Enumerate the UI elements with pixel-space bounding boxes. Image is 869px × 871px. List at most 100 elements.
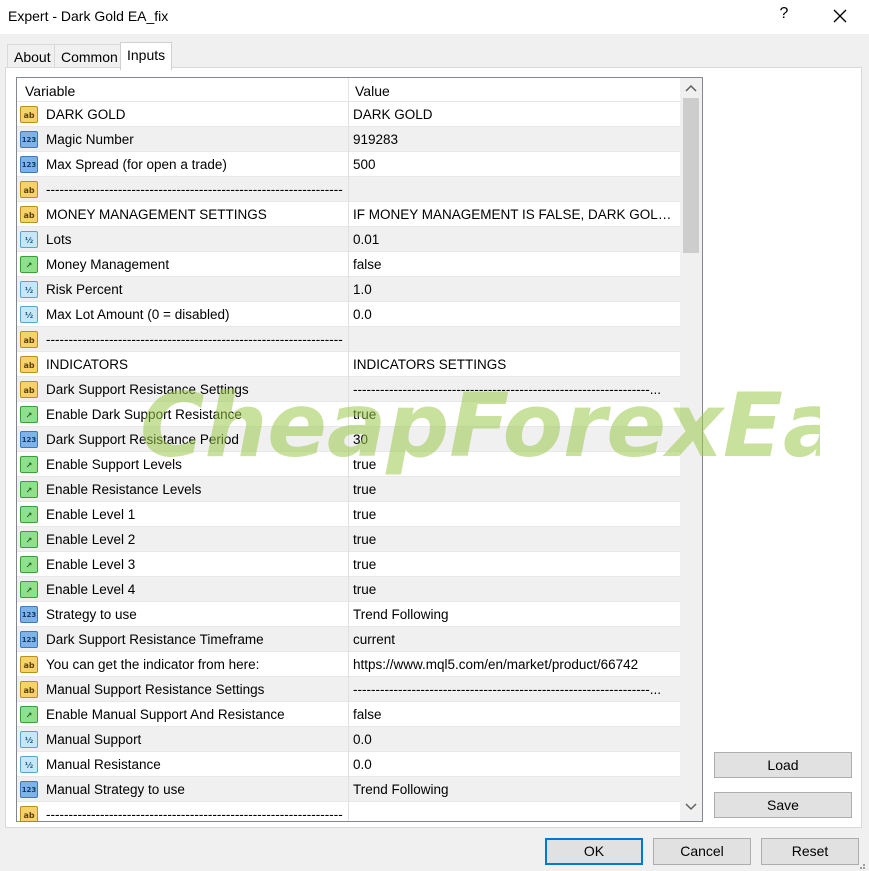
double-type-icon: ½	[20, 756, 38, 773]
table-row[interactable]: ab INDICATORS INDICATORS SETTINGS	[17, 352, 680, 377]
table-row[interactable]: ↗ Enable Level 3 true	[17, 552, 680, 577]
integer-type-icon: 123	[20, 606, 38, 623]
table-row[interactable]: 123 Dark Support Resistance Period 30	[17, 427, 680, 452]
row-value[interactable]: 0.0	[353, 732, 675, 747]
table-row[interactable]: 123 Dark Support Resistance Timeframe curr…	[17, 627, 680, 652]
row-variable: Max Spread (for open a trade)	[46, 157, 227, 172]
window-title: Expert - Dark Gold EA_fix	[8, 8, 169, 24]
row-value[interactable]: 1.0	[353, 282, 675, 297]
string-type-icon: ab	[20, 806, 38, 821]
integer-type-icon: 123	[20, 431, 38, 448]
cell-divider	[348, 702, 349, 727]
table-row[interactable]: ab MONEY MANAGEMENT SETTINGS IF MONEY MANA…	[17, 202, 680, 227]
string-type-icon: ab	[20, 206, 38, 223]
resize-grip-icon[interactable]	[856, 860, 866, 870]
row-value[interactable]: true	[353, 407, 675, 422]
table-row[interactable]: ↗ Enable Level 1 true	[17, 502, 680, 527]
row-variable: MONEY MANAGEMENT SETTINGS	[46, 207, 267, 222]
string-type-icon: ab	[20, 331, 38, 348]
row-value[interactable]: true	[353, 507, 675, 522]
tab-common[interactable]: Common	[54, 44, 125, 68]
row-value[interactable]: 500	[353, 157, 675, 172]
table-row[interactable]: ab You can get the indicator from here: ht…	[17, 652, 680, 677]
bool-type-icon: ↗	[20, 456, 38, 473]
row-value[interactable]: ----------------------------------------…	[353, 682, 675, 697]
table-row[interactable]: ½ Manual Support 0.0	[17, 727, 680, 752]
row-value[interactable]: true	[353, 582, 675, 597]
row-value[interactable]: false	[353, 707, 675, 722]
table-row[interactable]: ↗ Enable Resistance Levels true	[17, 477, 680, 502]
load-button[interactable]: Load	[714, 752, 852, 778]
row-value[interactable]: true	[353, 482, 675, 497]
row-variable: INDICATORS	[46, 357, 129, 372]
reset-button[interactable]: Reset	[761, 838, 859, 865]
vertical-scrollbar[interactable]	[680, 78, 702, 821]
table-row[interactable]: ab --------------------------------------…	[17, 327, 680, 352]
table-row[interactable]: 123 Strategy to use Trend Following	[17, 602, 680, 627]
row-value[interactable]: false	[353, 257, 675, 272]
table-row[interactable]: 123 Manual Strategy to use Trend Following	[17, 777, 680, 802]
row-value[interactable]: true	[353, 557, 675, 572]
bool-type-icon: ↗	[20, 506, 38, 523]
table-row[interactable]: ½ Manual Resistance 0.0	[17, 752, 680, 777]
string-type-icon: ab	[20, 356, 38, 373]
row-value[interactable]: 0.0	[353, 307, 675, 322]
table-row[interactable]: ↗ Enable Level 4 true	[17, 577, 680, 602]
cancel-button[interactable]: Cancel	[653, 838, 751, 865]
table-row[interactable]: ↗ Enable Dark Support Resistance true	[17, 402, 680, 427]
row-value[interactable]: 0.0	[353, 757, 675, 772]
row-value[interactable]: ----------------------------------------…	[353, 382, 675, 397]
row-value[interactable]: https://www.mql5.com/en/market/product/6…	[353, 657, 675, 672]
table-row[interactable]: ab DARK GOLD DARK GOLD	[17, 102, 680, 127]
table-row[interactable]: ab --------------------------------------…	[17, 177, 680, 202]
row-value[interactable]: DARK GOLD	[353, 107, 675, 122]
cell-divider	[348, 727, 349, 752]
table-row[interactable]: ↗ Enable Manual Support And Resistance fal…	[17, 702, 680, 727]
cell-divider	[348, 527, 349, 552]
table-row[interactable]: ab Dark Support Resistance Settings ------…	[17, 377, 680, 402]
row-value[interactable]: 30	[353, 432, 675, 447]
row-value[interactable]: INDICATORS SETTINGS	[353, 357, 675, 372]
table-row[interactable]: ½ Lots 0.01	[17, 227, 680, 252]
title-bar: Expert - Dark Gold EA_fix ?	[0, 0, 869, 34]
save-button[interactable]: Save	[714, 792, 852, 818]
row-value[interactable]: true	[353, 532, 675, 547]
scroll-up-icon[interactable]	[680, 80, 702, 100]
table-row[interactable]: ab Manual Support Resistance Settings ----…	[17, 677, 680, 702]
column-header-variable[interactable]: Variable	[25, 83, 75, 99]
help-button[interactable]: ?	[775, 5, 793, 23]
scroll-thumb[interactable]	[683, 98, 699, 253]
integer-type-icon: 123	[20, 131, 38, 148]
cell-divider	[348, 252, 349, 277]
row-value[interactable]: IF MONEY MANAGEMENT IS FALSE, DARK GOLD …	[353, 207, 675, 222]
cell-divider	[348, 452, 349, 477]
tab-about[interactable]: About	[7, 44, 58, 68]
column-divider[interactable]	[348, 78, 349, 102]
row-value[interactable]: 919283	[353, 132, 675, 147]
table-row[interactable]: ↗ Enable Level 2 true	[17, 527, 680, 552]
column-header-value[interactable]: Value	[355, 83, 390, 99]
ok-button[interactable]: OK	[545, 838, 643, 865]
table-row[interactable]: ↗ Enable Support Levels true	[17, 452, 680, 477]
tab-inputs[interactable]: Inputs	[120, 42, 173, 70]
row-value[interactable]: current	[353, 632, 675, 647]
close-icon[interactable]	[830, 6, 850, 26]
scroll-down-icon[interactable]	[680, 799, 702, 819]
table-row[interactable]: 123 Max Spread (for open a trade) 500	[17, 152, 680, 177]
table-row[interactable]: ½ Max Lot Amount (0 = disabled) 0.0	[17, 302, 680, 327]
row-value[interactable]: 0.01	[353, 232, 675, 247]
row-value[interactable]: true	[353, 457, 675, 472]
double-type-icon: ½	[20, 231, 38, 248]
table-row[interactable]: ½ Risk Percent 1.0	[17, 277, 680, 302]
string-type-icon: ab	[20, 656, 38, 673]
row-variable: Max Lot Amount (0 = disabled)	[46, 307, 230, 322]
bool-type-icon: ↗	[20, 406, 38, 423]
cell-divider	[348, 777, 349, 802]
table-row[interactable]: ab --------------------------------------…	[17, 802, 680, 821]
row-value[interactable]: Trend Following	[353, 607, 675, 622]
table-row[interactable]: ↗ Money Management false	[17, 252, 680, 277]
string-type-icon: ab	[20, 681, 38, 698]
double-type-icon: ½	[20, 306, 38, 323]
table-row[interactable]: 123 Magic Number 919283	[17, 127, 680, 152]
row-value[interactable]: Trend Following	[353, 782, 675, 797]
